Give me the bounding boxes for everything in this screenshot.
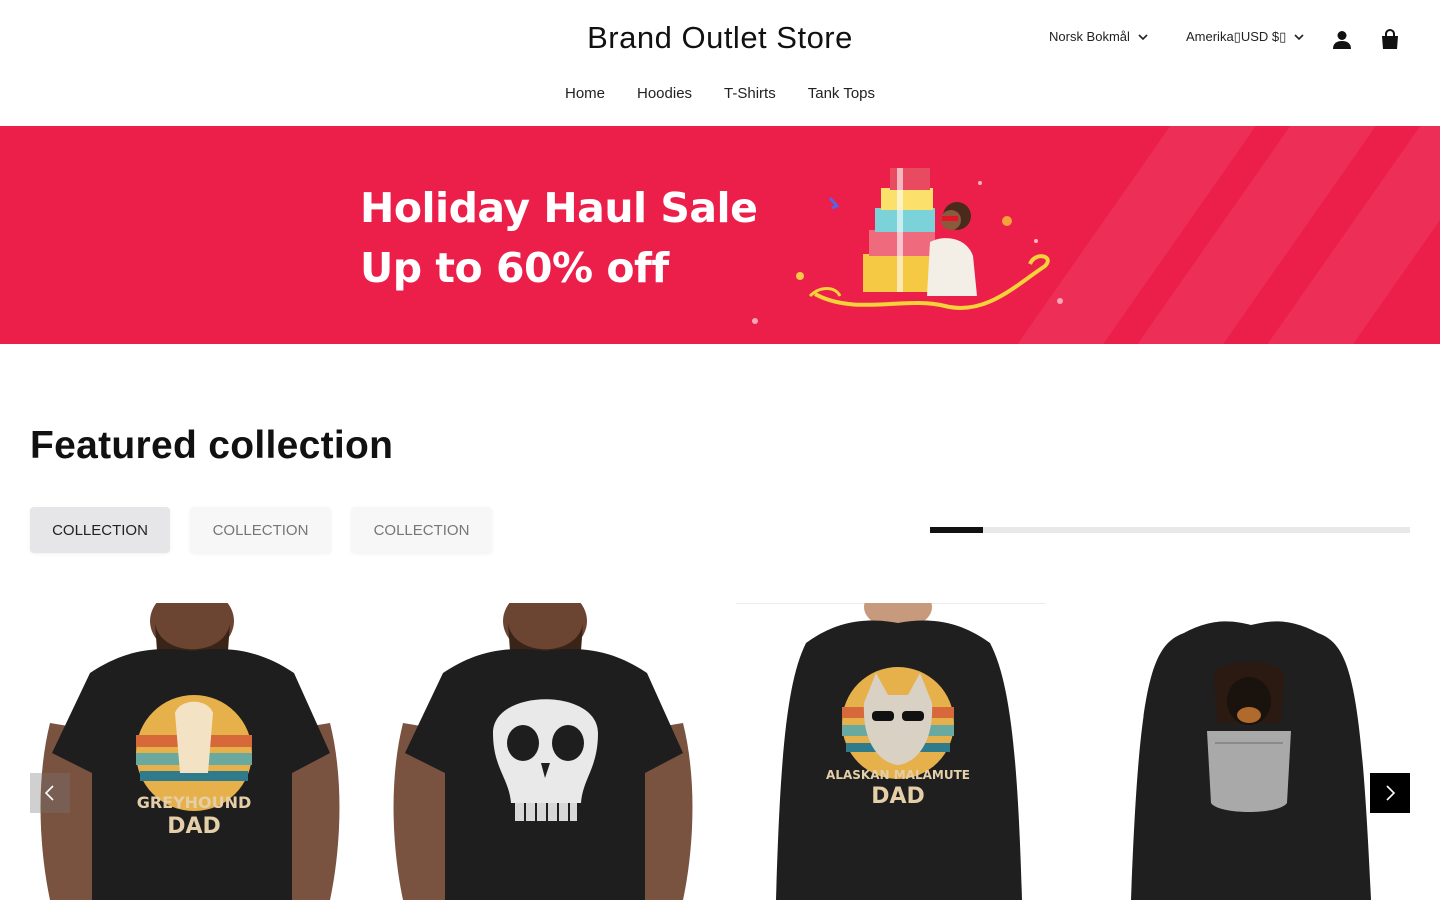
product-image: GREYHOUND DAD xyxy=(30,603,350,900)
account-icon xyxy=(1333,31,1351,49)
carousel-scroll-progress[interactable] xyxy=(930,527,1410,533)
product-image xyxy=(383,603,703,900)
carousel-next-button[interactable] xyxy=(1370,773,1410,813)
print-text: ALASKAN MALAMUTE xyxy=(826,768,970,782)
shopping-bag-icon xyxy=(1382,28,1398,49)
collection-tab-1[interactable]: COLLECTION xyxy=(30,507,170,553)
print-text: GREYHOUND xyxy=(137,793,252,812)
nav-item-hoodies[interactable]: Hoodies xyxy=(637,85,692,102)
nav-item-t-shirts[interactable]: T-Shirts xyxy=(724,85,776,102)
chevron-down-icon xyxy=(1138,33,1148,40)
banner-headline: Holiday Haul Sale Up to 60% off xyxy=(360,178,758,298)
currency-label: Amerika▯USD $▯ xyxy=(1186,29,1287,44)
banner-line-2: Up to 60% off xyxy=(360,244,669,292)
print-text: DAD xyxy=(167,814,221,839)
collection-tabs: COLLECTION COLLECTION COLLECTION xyxy=(30,507,492,553)
product-card[interactable] xyxy=(1089,603,1409,900)
collection-tab-2[interactable]: COLLECTION xyxy=(190,507,331,553)
product-card[interactable]: GREYHOUND DAD xyxy=(30,603,350,900)
nav-item-home[interactable]: Home xyxy=(565,85,605,102)
product-card[interactable] xyxy=(383,603,703,900)
language-label: Norsk Bokmål xyxy=(1049,29,1130,44)
account-button[interactable] xyxy=(1330,28,1354,52)
language-selector[interactable]: Norsk Bokmål xyxy=(1049,29,1150,44)
product-image: ALASKAN MALAMUTE DAD xyxy=(736,603,1056,900)
product-card[interactable]: ALASKAN MALAMUTE DAD xyxy=(736,603,1056,900)
product-image xyxy=(1089,603,1409,900)
gift-shopper-illustration xyxy=(752,168,1063,324)
banner-line-1: Holiday Haul Sale xyxy=(360,184,758,232)
print-text: DAD xyxy=(871,784,925,809)
nav-item-tank-tops[interactable]: Tank Tops xyxy=(808,85,875,102)
chevron-right-icon xyxy=(1386,785,1396,801)
product-carousel: GREYHOUND DAD ALASKAN MALAMUTE DAD xyxy=(30,603,1410,900)
carousel-prev-button[interactable] xyxy=(30,773,70,813)
cart-button[interactable] xyxy=(1378,28,1402,52)
chevron-down-icon xyxy=(1294,34,1304,41)
carousel-progress-fill xyxy=(930,527,983,533)
featured-collection-title: Featured collection xyxy=(30,424,394,467)
main-navigation: Home Hoodies T-Shirts Tank Tops xyxy=(0,85,1440,102)
currency-selector[interactable]: Amerika▯USD $▯ xyxy=(1186,29,1306,45)
site-header: Brand Outlet Store Norsk Bokmål Amerika▯… xyxy=(0,0,1440,126)
chevron-left-icon xyxy=(44,785,54,801)
promo-banner[interactable]: Holiday Haul Sale Up to 60% off xyxy=(0,126,1440,344)
collection-tab-3[interactable]: COLLECTION xyxy=(351,507,492,553)
